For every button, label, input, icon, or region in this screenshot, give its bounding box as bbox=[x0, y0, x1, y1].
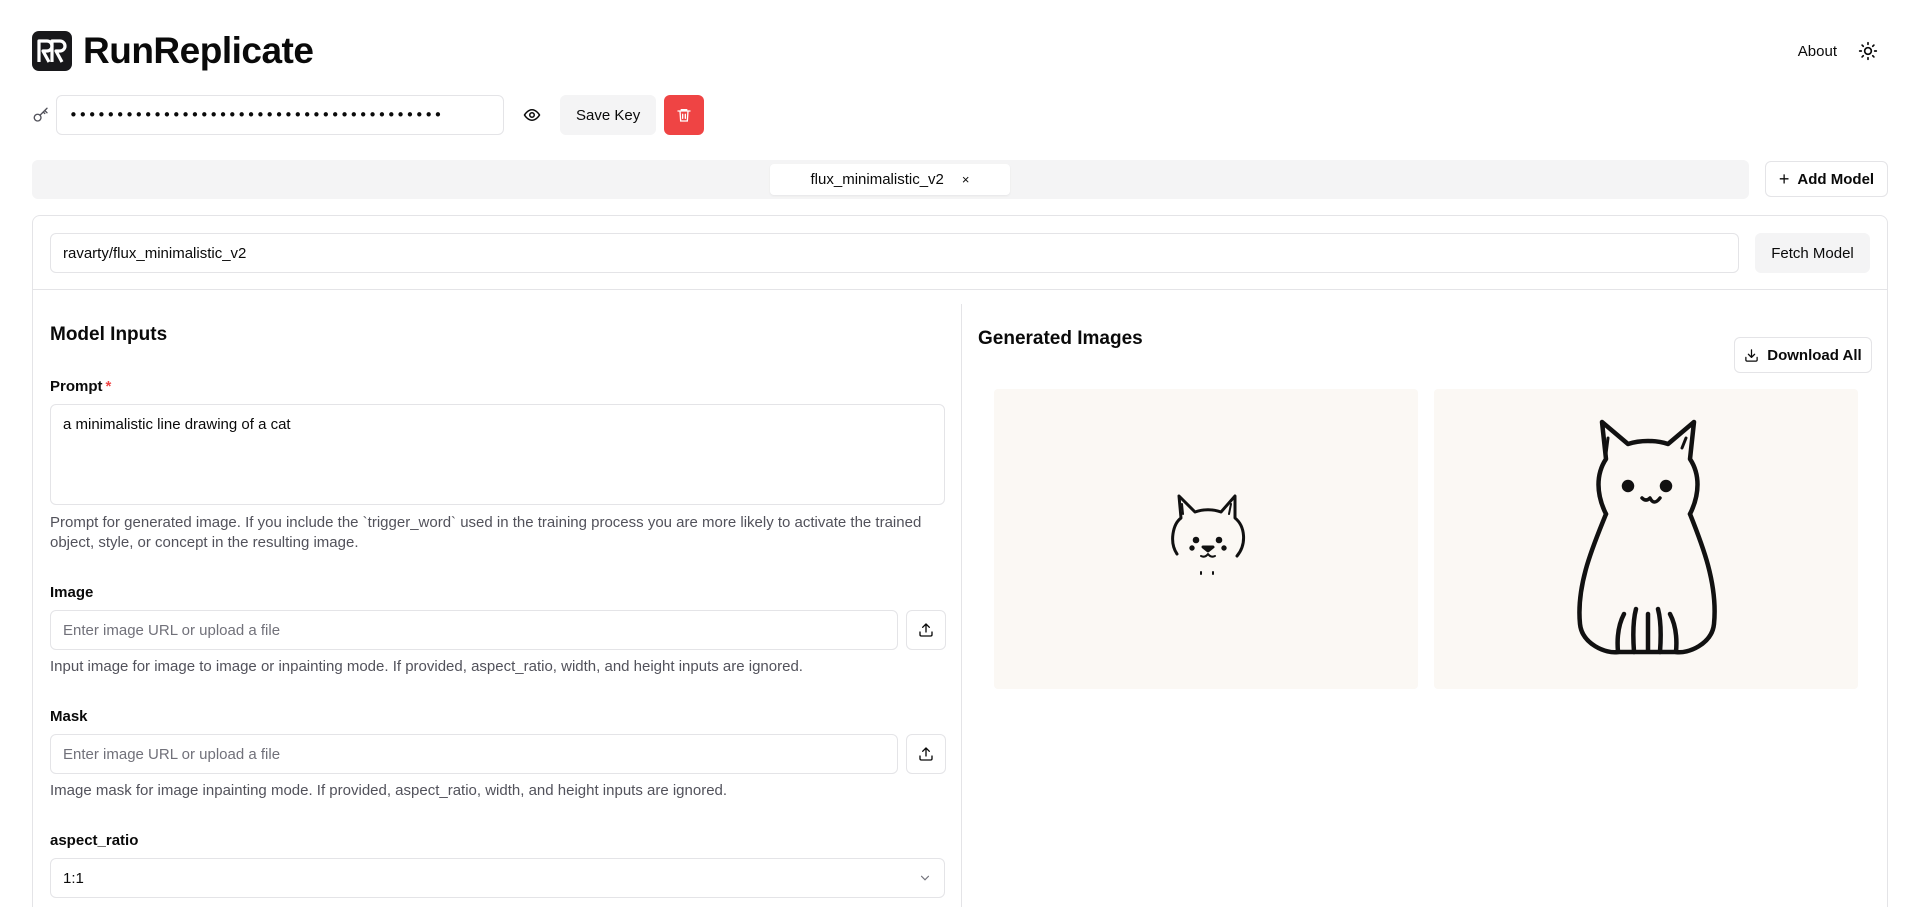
mask-url-input[interactable]: Enter image URL or upload a file bbox=[50, 734, 898, 774]
chevron-down-icon bbox=[920, 875, 930, 881]
generated-images-title: Generated Images bbox=[978, 328, 1143, 349]
image-label: Image bbox=[50, 584, 94, 601]
image-upload-button[interactable] bbox=[906, 610, 946, 650]
aspect-ratio-value: 1:1 bbox=[63, 869, 84, 887]
download-all-button[interactable]: Download All bbox=[1734, 337, 1872, 373]
generated-image-1[interactable] bbox=[994, 389, 1418, 689]
upload-icon bbox=[919, 623, 933, 637]
toggle-visibility-button[interactable] bbox=[514, 97, 550, 133]
about-link[interactable]: About bbox=[1798, 43, 1837, 60]
model-id-input[interactable]: ravarty/flux_minimalistic_v2 bbox=[50, 233, 1739, 273]
add-model-label: Add Model bbox=[1797, 170, 1875, 188]
delete-key-button[interactable] bbox=[664, 95, 705, 135]
model-inputs-title: Model Inputs bbox=[50, 324, 168, 345]
image-url-input[interactable]: Enter image URL or upload a file bbox=[50, 610, 898, 650]
logo-rr-icon bbox=[37, 39, 67, 63]
api-key-input[interactable]: •••••••••••••••••••••••••••••••••••••••• bbox=[56, 95, 504, 135]
close-tab-icon[interactable]: × bbox=[962, 172, 970, 187]
column-divider bbox=[961, 304, 962, 907]
app-logo bbox=[32, 31, 72, 71]
prompt-textarea[interactable]: a minimalistic line drawing of a cat bbox=[50, 404, 945, 505]
tab-label: flux_minimalistic_v2 bbox=[810, 171, 944, 188]
mask-upload-button[interactable] bbox=[906, 734, 946, 774]
theme-toggle-button[interactable] bbox=[1855, 38, 1881, 64]
save-key-button[interactable]: Save Key bbox=[560, 95, 657, 135]
add-model-button[interactable]: + Add Model bbox=[1765, 161, 1888, 197]
prompt-help-text: Prompt for generated image. If you inclu… bbox=[50, 514, 922, 551]
app-header: RunReplicate About bbox=[32, 30, 1881, 72]
download-all-label: Download All bbox=[1767, 346, 1862, 364]
plus-icon: + bbox=[1778, 168, 1790, 189]
trash-icon bbox=[677, 109, 691, 122]
eye-icon bbox=[523, 108, 541, 122]
model-fetch-row: ravarty/flux_minimalistic_v2 Fetch Model bbox=[50, 233, 1870, 273]
tab-flux-minimalistic-v2[interactable]: flux_minimalistic_v2 × bbox=[770, 164, 1010, 195]
image-help-text: Input image for image to image or inpain… bbox=[50, 658, 803, 675]
api-key-row: ••••••••••••••••••••••••••••••••••••••••… bbox=[32, 95, 705, 135]
model-panel: ravarty/flux_minimalistic_v2 Fetch Model… bbox=[32, 215, 1888, 907]
cat-drawing-small bbox=[1171, 494, 1245, 575]
mask-help-text: Image mask for image inpainting mode. If… bbox=[50, 782, 728, 799]
divider bbox=[33, 289, 1887, 290]
mask-label: Mask bbox=[50, 708, 88, 725]
model-tabs-bar: flux_minimalistic_v2 × bbox=[32, 160, 1749, 199]
aspect-ratio-label: aspect_ratio bbox=[50, 832, 139, 849]
app-title: RunReplicate bbox=[83, 30, 314, 71]
sun-icon bbox=[1858, 41, 1878, 61]
prompt-label: Prompt * bbox=[50, 378, 111, 395]
prompt-label-text: Prompt bbox=[50, 378, 103, 395]
required-mark: * bbox=[105, 378, 112, 395]
fetch-model-button[interactable]: Fetch Model bbox=[1755, 233, 1870, 273]
key-icon bbox=[33, 107, 48, 122]
aspect-ratio-select[interactable]: 1:1 bbox=[50, 858, 945, 898]
generated-image-2[interactable] bbox=[1434, 389, 1858, 689]
cat-drawing-large bbox=[1577, 419, 1717, 655]
download-icon bbox=[1745, 348, 1759, 362]
upload-icon bbox=[919, 747, 933, 761]
